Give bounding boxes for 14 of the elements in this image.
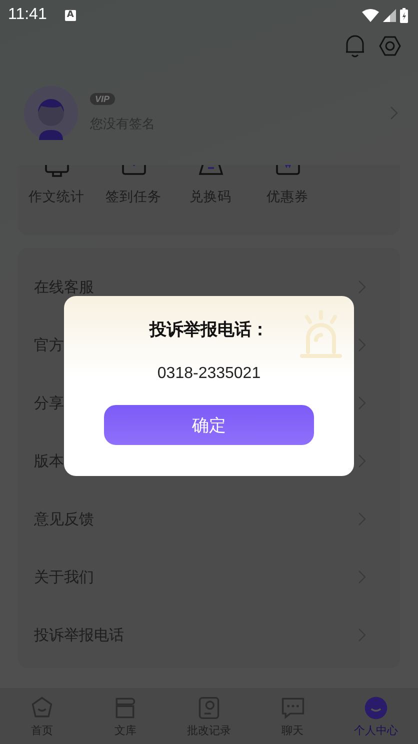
avatar-icon[interactable]	[24, 86, 78, 140]
confirm-button[interactable]: 确定	[104, 405, 314, 445]
signal-icon	[383, 8, 396, 22]
wifi-icon	[362, 8, 379, 22]
bell-icon[interactable]	[344, 34, 366, 58]
status-time: 11:41	[8, 6, 47, 24]
notification-icon: A	[64, 10, 76, 20]
settings-icon[interactable]	[379, 35, 401, 57]
battery-icon	[400, 8, 408, 22]
phone-number: 0318-2335021	[157, 365, 261, 383]
tab[interactable]: 个人中心	[334, 688, 418, 744]
dialog-title: 投诉举报电话：	[150, 319, 268, 341]
vip-badge: VIP	[90, 93, 115, 105]
smiley-icon	[363, 694, 390, 720]
